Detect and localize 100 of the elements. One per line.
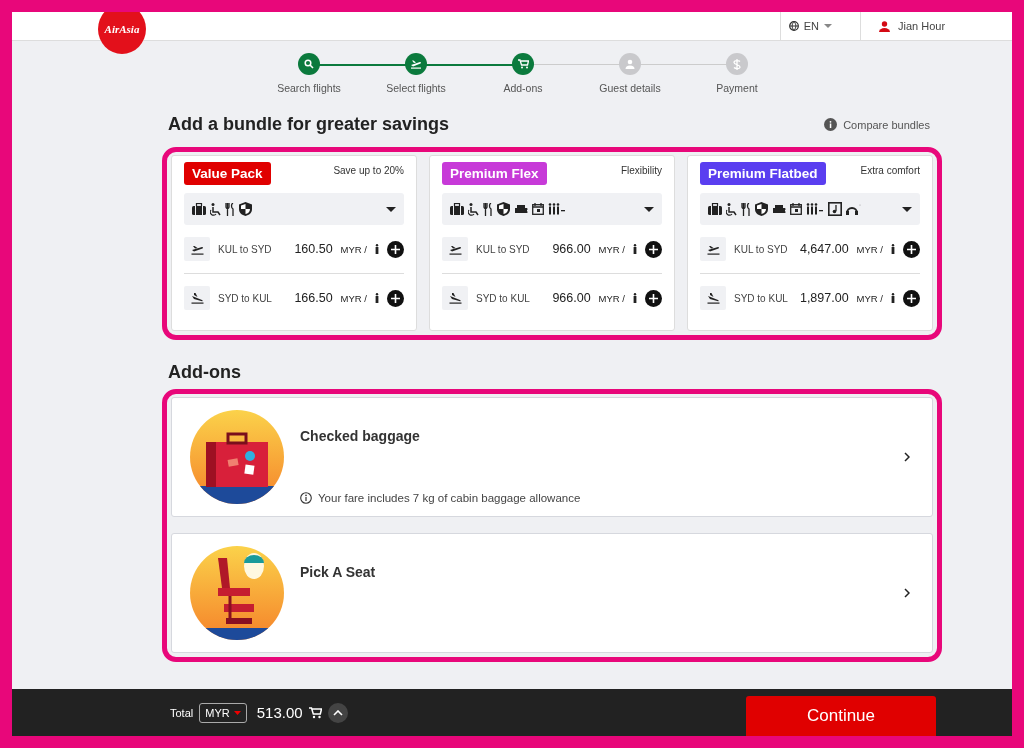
perks-dropdown[interactable] [184,193,404,225]
addon-card[interactable]: Checked baggage Your fare includes 7 kg of cabin baggage allowance [171,397,933,517]
add-bundle-button[interactable] [645,240,662,258]
shield-icon [755,202,768,216]
addon-title: Checked baggage [300,428,421,444]
people-icon [548,203,566,215]
add-bundle-button[interactable] [387,289,404,307]
suitcase-icon [192,203,206,215]
price-unit: MYR / [598,243,625,255]
chevron-up-icon [332,709,343,716]
step-label: Guest details [599,82,661,94]
addon-card[interactable]: Pick A Seat [171,533,933,653]
route-label: SYD to KUL [476,292,531,304]
route-label: KUL to SYD [734,243,789,255]
step-label: Select flights [386,82,446,94]
suitcase-icon [450,203,464,215]
total-label: Total [170,706,194,719]
bundle-tagline: Extra comfort [860,165,920,176]
continue-button[interactable]: Continue [746,696,936,736]
shield-icon [497,202,510,216]
cutlery-icon [483,202,493,216]
bundle-price: 160.50 [294,242,333,256]
music-screen-icon [828,202,842,216]
compare-bundles-link[interactable]: Compare bundles [824,118,930,131]
cart-icon [308,706,322,719]
step-label: Payment [716,82,758,94]
bundle-tagline: Flexibility [620,165,662,176]
addon-title: Pick A Seat [300,564,377,580]
bundle-price: 966.00 [552,242,591,256]
add-bundle-button[interactable] [903,289,920,307]
plus-icon [391,293,400,303]
bundle-tag: Value Pack [184,162,271,185]
currency-selector[interactable]: MYR [199,702,247,723]
takeoff-icon [448,243,462,255]
cutlery-icon [225,202,235,216]
bundle-price: 166.50 [294,291,333,305]
route-label: SYD to KUL [734,292,789,304]
airline-logo[interactable]: AirAsia [98,12,146,54]
bundle-price: 966.00 [552,291,591,305]
add-bundle-button[interactable] [387,240,404,258]
calendar-icon [532,203,544,215]
step-label: Search flights [277,82,341,94]
sofa-icon [514,204,528,214]
section-heading: Add-ons [168,362,241,383]
caret-icon [386,206,396,212]
dollar-icon [733,58,741,70]
chevron-right-icon [904,452,910,462]
step-label: Add-ons [503,82,543,94]
plus-icon [907,293,916,303]
caret-icon [902,206,912,212]
price-unit: MYR / [340,292,367,304]
info-icon [300,492,312,504]
info-icon [824,118,838,131]
bundle-tagline: Save up to 20% [333,165,404,176]
landing-icon [448,292,462,304]
people-icon [806,203,824,215]
takeoff-icon [706,243,720,255]
perks-dropdown[interactable] [442,193,662,225]
plus-icon [907,244,916,254]
section-heading: Add a bundle for greater savings [168,114,450,135]
route-label: SYD to KUL [218,292,273,304]
perks-dropdown[interactable] [700,193,920,225]
cart-icon [517,59,529,69]
wheelchair-icon [726,202,737,216]
account-menu[interactable]: Jian Hour [860,12,1012,40]
caret-icon [824,24,832,28]
price-unit: MYR / [340,243,367,255]
expand-button[interactable] [327,702,348,723]
bundle-price: 4,647.00 [799,242,849,256]
bundle-tag: Premium Flatbed [700,162,826,185]
language-selector[interactable]: EN [779,12,860,40]
price-unit: MYR / [856,243,883,255]
sofa-icon [772,204,786,214]
globe-icon [788,21,799,31]
caret-icon [233,710,241,715]
takeoff-icon [190,243,204,255]
plus-icon [391,244,400,254]
cutlery-icon [741,202,751,216]
add-bundle-button[interactable] [645,289,662,307]
addon-note: Your fare includes 7 kg of cabin baggage allowance [318,492,581,504]
landing-icon [706,292,720,304]
caret-icon [644,206,654,212]
route-label: KUL to SYD [476,243,531,255]
price-unit: MYR / [856,292,883,304]
plane-icon [410,59,422,69]
plus-icon [649,293,658,303]
total-amount: 513.00 [256,704,303,721]
calendar-icon [790,203,802,215]
shield-icon [239,202,252,216]
plus-icon [649,244,658,254]
wheelchair-icon [210,202,221,216]
search-icon [304,59,314,69]
price-unit: MYR / [598,292,625,304]
route-label: KUL to SYD [218,243,273,255]
suitcase-icon [708,203,722,215]
chevron-right-icon [904,588,910,598]
wheelchair-icon [468,202,479,216]
landing-icon [190,292,204,304]
bundle-tag: Premium Flex [442,162,547,185]
add-bundle-button[interactable] [903,240,920,258]
